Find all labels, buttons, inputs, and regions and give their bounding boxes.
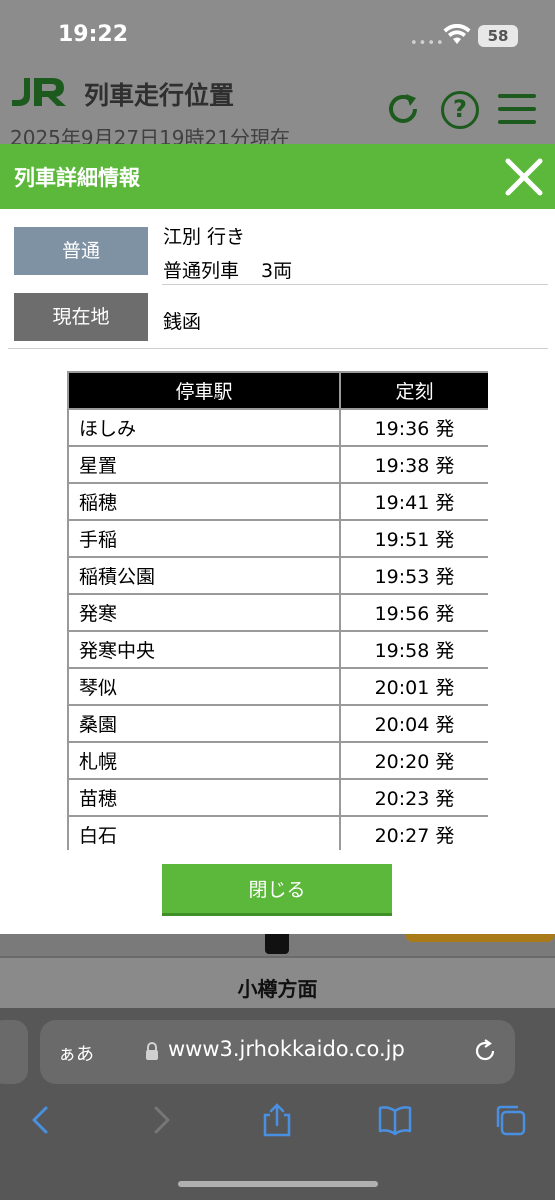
modal-title: 列車詳細情報	[14, 166, 140, 190]
hamburger-menu-icon[interactable]	[498, 94, 536, 126]
close-icon[interactable]	[500, 153, 548, 201]
stops-table: 停車駅 定刻 ほしみ 19:36 発 星置 19:38 発 稲穂 19:41 発 手稲…	[67, 371, 488, 850]
page-settings-button[interactable]: ぁあ	[58, 1040, 94, 1066]
station-name: 苗穂	[67, 778, 341, 817]
table-row: 桑園 20:04 発	[67, 704, 488, 743]
station-name: 稲積公園	[67, 556, 341, 595]
destination: 江別 行き	[163, 226, 246, 248]
departure-time: 19:36 発	[339, 408, 488, 447]
home-indicator[interactable]	[178, 1181, 378, 1187]
divider	[8, 348, 548, 349]
help-icon[interactable]: ?	[441, 91, 479, 129]
table-row: 発寒中央 19:58 発	[67, 630, 488, 669]
departure-time: 19:41 発	[339, 482, 488, 521]
location-badge: 現在地	[14, 293, 148, 341]
car-count: 3両	[261, 260, 293, 282]
tabs-icon[interactable]	[494, 1103, 528, 1137]
departure-time: 19:53 発	[339, 556, 488, 595]
departure-time: 20:01 発	[339, 667, 488, 706]
station-name: 桑園	[67, 704, 341, 743]
train-marker-icon[interactable]	[265, 934, 289, 954]
train-marker-icon[interactable]	[405, 934, 555, 942]
departure-time: 19:56 発	[339, 593, 488, 632]
status-bar: 19:22 •••• 58	[0, 0, 555, 66]
table-row: 星置 19:38 発	[67, 445, 488, 484]
close-button[interactable]: 閉じる	[162, 864, 392, 916]
train-info: 普通列車 3両	[163, 256, 292, 283]
route-map-strip	[0, 934, 555, 956]
modal-header: 列車詳細情報	[0, 144, 555, 209]
station-name: 星置	[67, 445, 341, 484]
station-name: 稲穂	[67, 482, 341, 521]
status-time: 19:22	[58, 22, 129, 47]
table-row: ほしみ 19:36 発	[67, 408, 488, 447]
table-row: 稲積公園 19:53 発	[67, 556, 488, 595]
table-row: 札幌 20:20 発	[67, 741, 488, 780]
train-type-badge: 普通	[14, 227, 148, 275]
departure-time: 19:51 発	[339, 519, 488, 558]
departure-time: 19:58 発	[339, 630, 488, 669]
departure-time: 20:20 発	[339, 741, 488, 780]
column-header-station: 停車駅	[67, 371, 341, 410]
table-row: 琴似 20:01 発	[67, 667, 488, 706]
app-header: 列車走行位置 2025年9月27日19時21分現在 ?	[0, 66, 555, 150]
previous-tab-preview[interactable]	[0, 1020, 28, 1084]
station-name: 札幌	[67, 741, 341, 780]
refresh-icon[interactable]	[384, 90, 422, 128]
table-header-row: 停車駅 定刻	[67, 371, 488, 410]
browser-toolbar: ぁあ www3.jrhokkaido.co.jp	[0, 1008, 555, 1200]
train-kind: 普通列車	[163, 260, 240, 282]
departure-time: 20:23 発	[339, 778, 488, 817]
forward-icon[interactable]	[144, 1103, 178, 1137]
lock-icon	[146, 1042, 158, 1060]
address-bar[interactable]: ぁあ www3.jrhokkaido.co.jp	[40, 1020, 515, 1084]
station-name: 琴似	[67, 667, 341, 706]
table-row: 白石 20:27 発	[67, 815, 488, 850]
divider	[162, 284, 548, 285]
train-detail-modal: 列車詳細情報 普通 江別 行き 普通列車 3両 現在地 銭函 停車駅 定刻 ほしみ…	[0, 144, 555, 934]
reload-icon[interactable]	[472, 1038, 498, 1064]
bookmarks-icon[interactable]	[378, 1103, 412, 1137]
url-text[interactable]: www3.jrhokkaido.co.jp	[168, 1037, 405, 1061]
back-icon[interactable]	[24, 1103, 58, 1137]
battery-icon: 58	[478, 25, 518, 47]
wifi-icon	[443, 24, 471, 44]
departure-time: 20:04 発	[339, 704, 488, 743]
app-title: 列車走行位置	[84, 81, 235, 110]
station-name: 発寒	[67, 593, 341, 632]
share-icon[interactable]	[260, 1103, 294, 1137]
jr-logo-icon	[12, 78, 66, 106]
station-name: ほしみ	[67, 408, 341, 447]
station-name: 発寒中央	[67, 630, 341, 669]
table-row: 苗穂 20:23 発	[67, 778, 488, 817]
column-header-time: 定刻	[339, 371, 488, 410]
station-name: 手稲	[67, 519, 341, 558]
current-location: 銭函	[163, 311, 202, 333]
departure-time: 19:38 発	[339, 445, 488, 484]
table-row: 稲穂 19:41 発	[67, 482, 488, 521]
table-row: 手稲 19:51 発	[67, 519, 488, 558]
table-row: 発寒 19:56 発	[67, 593, 488, 632]
stops-table-scroll[interactable]: 停車駅 定刻 ほしみ 19:36 発 星置 19:38 発 稲穂 19:41 発 手稲…	[67, 371, 488, 850]
signal-icon: ••••	[410, 36, 445, 51]
station-name: 白石	[67, 815, 341, 850]
departure-time: 20:27 発	[339, 815, 488, 850]
direction-label: 小樽方面	[0, 956, 555, 1008]
